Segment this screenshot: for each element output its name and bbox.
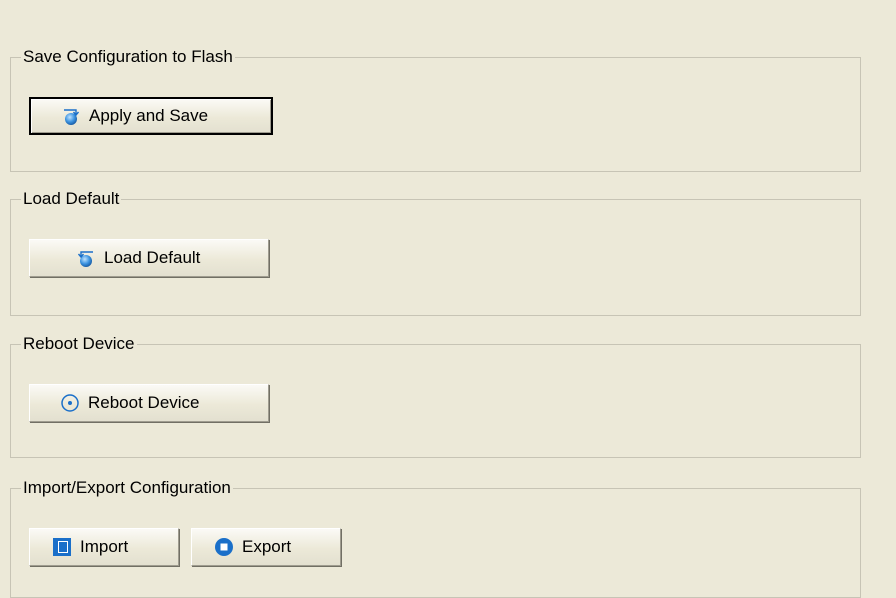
reboot-device-label: Reboot Device (88, 393, 200, 412)
import-icon (53, 538, 71, 556)
reboot-device-group: Reboot Device Reboot Device (10, 334, 861, 458)
save-config-group-title: Save Configuration to Flash (21, 47, 235, 67)
import-button[interactable]: Import (29, 528, 179, 566)
export-icon (215, 538, 233, 556)
reboot-icon (61, 394, 79, 412)
import-export-group-title: Import/Export Configuration (21, 478, 233, 498)
save-config-group: Save Configuration to Flash Apply and Sa… (10, 47, 861, 172)
import-label: Import (80, 537, 129, 556)
apply-save-icon (64, 109, 80, 125)
apply-and-save-button[interactable]: Apply and Save (29, 97, 273, 135)
apply-and-save-label: Apply and Save (89, 106, 209, 125)
export-button[interactable]: Export (191, 528, 341, 566)
export-label: Export (242, 537, 292, 556)
load-default-group-title: Load Default (21, 189, 122, 209)
reboot-device-group-title: Reboot Device (21, 334, 137, 354)
reboot-device-button[interactable]: Reboot Device (29, 384, 269, 422)
load-default-icon (77, 251, 93, 267)
load-default-label: Load Default (104, 248, 201, 267)
load-default-button[interactable]: Load Default (29, 239, 269, 277)
load-default-group: Load Default Load Default (10, 189, 861, 316)
import-export-group: Import/Export Configuration Import Expor… (10, 478, 861, 598)
